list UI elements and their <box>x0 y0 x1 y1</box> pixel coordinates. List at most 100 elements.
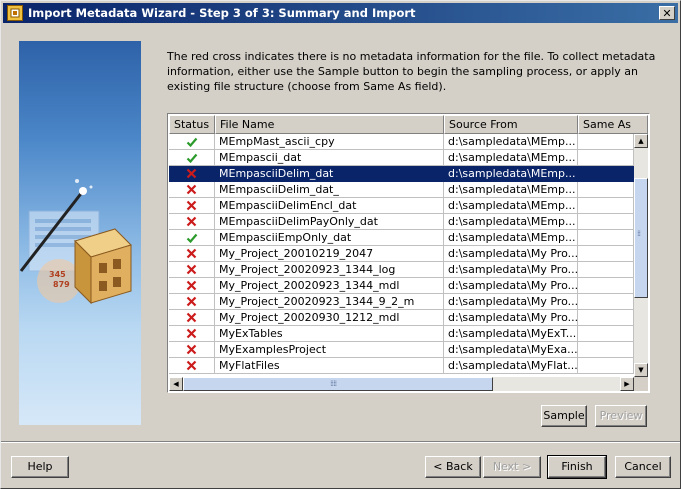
instructions-text: The red cross indicates there is no meta… <box>167 50 656 93</box>
table-body: MEmpMast_ascii_cpy d:\sampledata\MEmp... M… <box>169 134 634 374</box>
column-header-same-as[interactable]: Same As <box>578 115 648 134</box>
status-cell <box>169 358 215 374</box>
files-table: Status File Name Source From Same As MEm… <box>167 113 650 393</box>
arrow-down-icon: ▼ <box>638 365 644 374</box>
file-name-cell: My_Project_20020923_1344_9_2_m <box>215 294 444 310</box>
table-row[interactable]: MEmpasciiEmpOnly_dat d:\sampledata\MEmp..… <box>169 230 634 246</box>
check-icon <box>186 152 198 164</box>
table-row[interactable]: MyExamplesProject d:\sampledata\MyExa... <box>169 342 634 358</box>
scroll-up-button[interactable]: ▲ <box>634 134 648 148</box>
status-cell <box>169 166 215 182</box>
scroll-right-button[interactable]: ▶ <box>620 377 634 391</box>
svg-text:879: 879 <box>53 280 70 289</box>
same-as-cell <box>578 358 634 374</box>
horizontal-scrollbar[interactable]: ◀ ⁞⁞⁞⁞ ▶ <box>169 377 634 391</box>
red-cross-icon <box>186 264 197 275</box>
table-row[interactable]: My_Project_20010219_2047 d:\sampledata\My… <box>169 246 634 262</box>
source-from-cell: d:\sampledata\MyFlat... <box>444 358 578 374</box>
same-as-cell <box>578 310 634 326</box>
source-from-cell: d:\sampledata\MEmp... <box>444 166 578 182</box>
column-header-file-name[interactable]: File Name <box>215 115 444 134</box>
file-name-cell: My_Project_20020923_1344_log <box>215 262 444 278</box>
status-cell <box>169 278 215 294</box>
table-row[interactable]: MEmpasciiDelimEncl_dat d:\sampledata\MEmp… <box>169 198 634 214</box>
table-row[interactable]: My_Project_20020930_1212_mdl d:\sampledat… <box>169 310 634 326</box>
arrow-left-icon: ◀ <box>173 379 179 388</box>
close-icon: ✕ <box>662 6 672 20</box>
file-name-cell: MEmpasciiDelimEncl_dat <box>215 198 444 214</box>
red-cross-icon <box>186 344 197 355</box>
file-name-cell: MyExTables <box>215 326 444 342</box>
status-cell <box>169 294 215 310</box>
help-button-label: Help <box>27 460 53 473</box>
source-from-cell: d:\sampledata\MEmp... <box>444 214 578 230</box>
same-as-cell <box>578 182 634 198</box>
status-cell <box>169 262 215 278</box>
finish-button-label: Finish <box>561 460 593 473</box>
svg-text:345: 345 <box>49 270 66 279</box>
source-from-cell: d:\sampledata\My Pro... <box>444 294 578 310</box>
status-cell <box>169 326 215 342</box>
status-cell <box>169 214 215 230</box>
same-as-cell <box>578 262 634 278</box>
preview-button[interactable]: Preview <box>595 405 647 427</box>
file-name-cell: My_Project_20010219_2047 <box>215 246 444 262</box>
close-button[interactable]: ✕ <box>659 6 675 20</box>
next-button[interactable]: Next > <box>483 456 541 478</box>
vertical-scrollbar[interactable]: ▲ ⁞⁞ ▼ <box>634 134 648 377</box>
table-row[interactable]: MEmpasciiDelim_dat d:\sampledata\MEmp... <box>169 166 634 182</box>
arrow-right-icon: ▶ <box>624 379 630 388</box>
scroll-corner <box>634 377 648 391</box>
file-name-cell: MEmpasciiDelim_dat <box>215 166 444 182</box>
next-button-label: Next > <box>492 460 532 473</box>
arrow-up-icon: ▲ <box>638 136 644 145</box>
same-as-cell <box>578 246 634 262</box>
title-bar: Import Metadata Wizard - Step 3 of 3: Su… <box>3 3 678 23</box>
finish-button[interactable]: Finish <box>547 455 607 479</box>
sample-button[interactable]: Sample <box>541 405 587 427</box>
help-button[interactable]: Help <box>11 456 69 478</box>
grip-icon: ⁞⁞ <box>637 229 641 238</box>
file-name-cell: MyExamplesProject <box>215 342 444 358</box>
source-from-cell: d:\sampledata\MyExT... <box>444 326 578 342</box>
table-row[interactable]: MEmpasciiDelimPayOnly_dat d:\sampledata\M… <box>169 214 634 230</box>
horizontal-scroll-thumb[interactable]: ⁞⁞⁞⁞ <box>183 377 493 391</box>
red-cross-icon <box>186 360 197 371</box>
cancel-button-label: Cancel <box>624 460 662 473</box>
table-row[interactable]: MyExTables d:\sampledata\MyExT... <box>169 326 634 342</box>
source-from-cell: d:\sampledata\MEmp... <box>444 182 578 198</box>
source-from-cell: d:\sampledata\MEmp... <box>444 134 578 150</box>
table-row[interactable]: My_Project_20020923_1344_9_2_m d:\sampled… <box>169 294 634 310</box>
app-icon <box>7 5 23 21</box>
wizard-side-graphic: 345 879 <box>19 41 141 425</box>
same-as-cell <box>578 294 634 310</box>
source-from-cell: d:\sampledata\My Pro... <box>444 246 578 262</box>
file-name-cell: My_Project_20020930_1212_mdl <box>215 310 444 326</box>
status-cell <box>169 134 215 150</box>
table-row[interactable]: My_Project_20020923_1344_mdl d:\sampledat… <box>169 278 634 294</box>
table-row[interactable]: MEmpMast_ascii_cpy d:\sampledata\MEmp... <box>169 134 634 150</box>
scroll-left-button[interactable]: ◀ <box>169 377 183 391</box>
status-cell <box>169 150 215 166</box>
vertical-scroll-thumb[interactable]: ⁞⁞ <box>634 178 648 298</box>
source-from-cell: d:\sampledata\MyExa... <box>444 342 578 358</box>
source-from-cell: d:\sampledata\MEmp... <box>444 230 578 246</box>
cancel-button[interactable]: Cancel <box>615 456 671 478</box>
column-header-status[interactable]: Status <box>169 115 215 134</box>
column-header-source-from[interactable]: Source From <box>444 115 578 134</box>
scroll-down-button[interactable]: ▼ <box>634 363 648 377</box>
check-icon <box>186 232 198 244</box>
status-cell <box>169 198 215 214</box>
check-icon <box>186 136 198 148</box>
same-as-cell <box>578 214 634 230</box>
status-cell <box>169 246 215 262</box>
table-row[interactable]: MEmpascii_dat d:\sampledata\MEmp... <box>169 150 634 166</box>
table-row[interactable]: MEmpasciiDelim_dat_ d:\sampledata\MEmp... <box>169 182 634 198</box>
table-row[interactable]: MyFlatFiles d:\sampledata\MyFlat... <box>169 358 634 374</box>
table-row[interactable]: My_Project_20020923_1344_log d:\sampledat… <box>169 262 634 278</box>
source-from-cell: d:\sampledata\My Pro... <box>444 310 578 326</box>
back-button[interactable]: < Back <box>425 456 481 478</box>
file-name-cell: MEmpasciiDelim_dat_ <box>215 182 444 198</box>
source-from-cell: d:\sampledata\My Pro... <box>444 262 578 278</box>
grip-icon: ⁞⁞⁞⁞ <box>330 379 337 388</box>
